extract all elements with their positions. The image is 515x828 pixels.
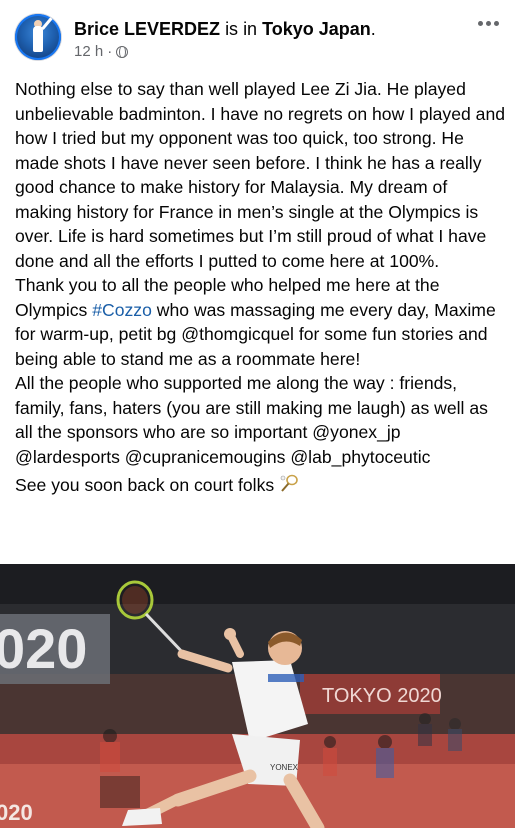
- text-run: See you soon back on court folks: [15, 475, 275, 495]
- author-line: Brice LEVERDEZ is in Tokyo Japan.: [74, 18, 376, 40]
- avatar-arm: [41, 17, 53, 30]
- profile-avatar[interactable]: [15, 14, 61, 60]
- banner-right-text: TOKYO 2020: [322, 685, 442, 707]
- post-body: Nothing else to say than well played Lee…: [15, 77, 507, 498]
- chair: [100, 776, 140, 808]
- post-header: Brice LEVERDEZ is in Tokyo Japan. 12 h ·: [0, 0, 515, 68]
- badminton-emoji-icon: [280, 474, 298, 492]
- banner-left-text: 020: [0, 617, 87, 680]
- more-options-button[interactable]: [475, 16, 501, 30]
- post-photo[interactable]: 020 TOKYO 2020 020 YONEX: [0, 564, 515, 828]
- dot-icon: [477, 20, 483, 26]
- dot-icon: [485, 20, 491, 26]
- floor-text: 020: [0, 800, 33, 825]
- dot-icon: [493, 20, 499, 26]
- post-paragraph: Nothing else to say than well played Lee…: [15, 79, 506, 271]
- hashtag-link[interactable]: #Cozzo: [92, 300, 152, 320]
- author-name[interactable]: Brice LEVERDEZ: [74, 19, 220, 39]
- avatar-figure: [33, 26, 43, 52]
- post-timestamp[interactable]: 12 h: [74, 43, 103, 60]
- photo-scene: 020 TOKYO 2020 020 YONEX: [0, 564, 515, 828]
- location-connector: is in: [225, 19, 258, 39]
- racket-brand-text: YONEX: [270, 763, 299, 772]
- meta-separator: ·: [107, 43, 113, 60]
- globe-icon: [116, 45, 129, 58]
- post-paragraph: All the people who supported me along th…: [15, 373, 488, 467]
- post-paragraph: Thank you to all the people who helped m…: [15, 273, 507, 371]
- location-end: .: [370, 19, 376, 39]
- post-meta: 12 h ·: [74, 43, 129, 60]
- location-name[interactable]: Tokyo Japan: [262, 19, 371, 39]
- post-paragraph: See you soon back on court folks: [15, 473, 507, 498]
